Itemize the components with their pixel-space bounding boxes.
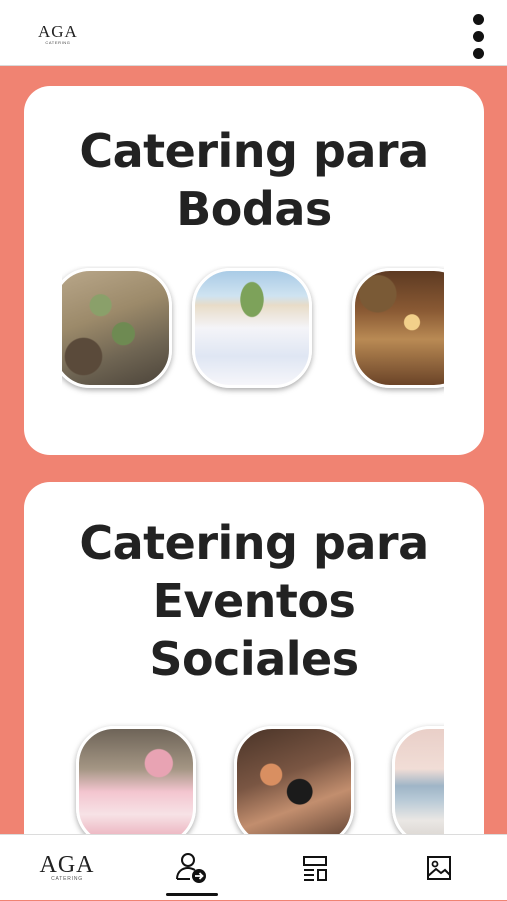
eventos-sociales-title: Catering para Eventos Sociales: [79, 516, 429, 686]
bodas-image-carousel[interactable]: [62, 266, 444, 398]
image-gallery-icon: [427, 856, 451, 880]
seaside-terrace-photo[interactable]: [392, 726, 444, 842]
bodas-title: Catering para Bodas: [79, 124, 429, 236]
food-platter-photo[interactable]: [234, 726, 354, 842]
bottom-navigation: AGA CATERING: [0, 834, 507, 900]
pink-table-setting-photo[interactable]: [76, 726, 196, 842]
nav-item-layout[interactable]: [252, 835, 378, 901]
logo-text: AGA: [38, 22, 78, 41]
kebab-menu-icon[interactable]: [467, 14, 489, 68]
bodas-card[interactable]: Catering para Bodas: [24, 86, 484, 455]
nav-item-profile[interactable]: [128, 835, 254, 901]
active-indicator: [166, 893, 218, 896]
nav-logo-text: AGA: [39, 852, 95, 878]
decorated-hall-chandelier-photo[interactable]: [352, 268, 444, 388]
top-app-bar: AGA CATERING: [0, 0, 507, 66]
outdoor-wedding-aisle-photo[interactable]: [192, 268, 312, 388]
layout-icon: [303, 856, 327, 881]
nav-home-logo[interactable]: AGA CATERING: [4, 835, 130, 901]
user-arrow-icon: [176, 853, 206, 883]
eventos-image-carousel[interactable]: [62, 722, 444, 842]
nav-item-gallery[interactable]: [376, 835, 502, 901]
eventos-sociales-card[interactable]: Catering para Eventos Sociales: [24, 482, 484, 862]
landscape-village-photo[interactable]: [62, 268, 172, 388]
aga-logo[interactable]: AGA CATERING: [38, 22, 78, 45]
